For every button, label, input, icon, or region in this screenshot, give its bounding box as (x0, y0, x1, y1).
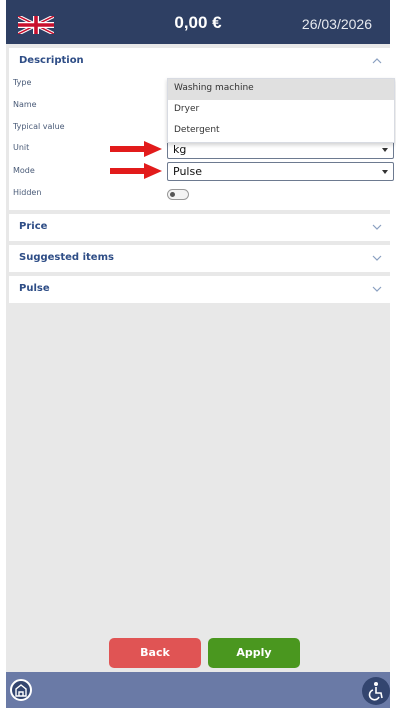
suggested-items-title: Suggested items (19, 252, 114, 263)
chevron-up-icon[interactable] (372, 57, 382, 65)
arrow-right-icon (110, 163, 162, 179)
price-panel[interactable]: Price (9, 214, 390, 241)
unit-select-value: kg (173, 143, 187, 156)
description-header[interactable]: Description (9, 48, 390, 75)
pulse-title: Pulse (19, 283, 50, 294)
price-title: Price (19, 221, 48, 232)
mode-select[interactable]: Pulse (167, 162, 394, 181)
bottom-bar (6, 672, 390, 708)
pulse-panel[interactable]: Pulse (9, 276, 390, 303)
mode-label: Mode (13, 166, 35, 175)
chevron-down-icon[interactable] (372, 223, 382, 231)
hidden-label: Hidden (13, 188, 42, 197)
suggested-items-panel[interactable]: Suggested items (9, 245, 390, 272)
dropdown-option-detergent[interactable]: Detergent (168, 121, 394, 142)
typical-value-label: Typical value (13, 122, 65, 131)
chevron-down-icon[interactable] (372, 254, 382, 262)
app: 0,00 € 26/03/2026 Description Type Name … (0, 0, 396, 708)
home-button[interactable] (10, 679, 32, 701)
top-bar: 0,00 € 26/03/2026 (6, 0, 390, 44)
home-icon (15, 684, 27, 697)
wheelchair-icon (368, 682, 383, 701)
dropdown-option-dryer[interactable]: Dryer (168, 100, 394, 121)
apply-button[interactable]: Apply (208, 638, 300, 668)
dropdown-option-washing-machine[interactable]: Washing machine (168, 79, 394, 100)
arrow-right-icon (110, 141, 162, 157)
type-label: Type (13, 78, 32, 87)
accessibility-button[interactable] (362, 677, 390, 705)
back-button[interactable]: Back (109, 638, 201, 668)
description-title: Description (19, 55, 84, 66)
caret-down-icon (382, 170, 388, 174)
caret-down-icon (382, 148, 388, 152)
unit-label: Unit (13, 143, 30, 152)
current-date: 26/03/2026 (301, 16, 372, 32)
type-dropdown[interactable]: Washing machine Dryer Detergent (167, 78, 395, 143)
chevron-down-icon[interactable] (372, 285, 382, 293)
mode-select-value: Pulse (173, 165, 202, 178)
name-label: Name (13, 100, 37, 109)
hidden-toggle[interactable] (167, 189, 189, 200)
